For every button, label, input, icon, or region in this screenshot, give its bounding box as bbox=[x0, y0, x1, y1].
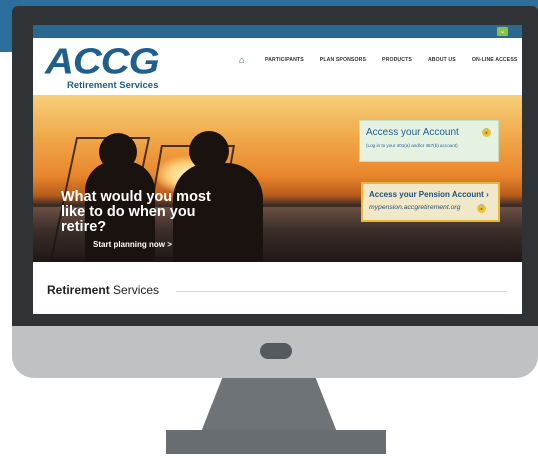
start-planning-link[interactable]: Start planning now > bbox=[93, 240, 172, 249]
logo[interactable]: ACCG Retirement Services bbox=[45, 44, 170, 92]
pension-title: Access your Pension Account › bbox=[369, 190, 489, 199]
logo-subtitle: Retirement Services bbox=[67, 80, 159, 91]
top-bar: ⌄ bbox=[33, 25, 522, 38]
account-title: Access your Account bbox=[366, 127, 459, 138]
nav-products[interactable]: PRODUCTS bbox=[382, 57, 412, 63]
nav-about-us[interactable]: ABOUT US bbox=[428, 57, 456, 63]
lock-icon: 🔒 bbox=[477, 204, 486, 213]
access-account-button[interactable]: Access your Account (Log in to your 401(… bbox=[359, 120, 499, 162]
pension-url: mypension.accgretirement.org bbox=[369, 204, 461, 211]
nav-participants[interactable]: PARTICIPANTS bbox=[265, 57, 304, 63]
monitor-stand-base bbox=[166, 430, 386, 454]
logo-mark: ACCG bbox=[45, 42, 160, 82]
account-subtitle: (Log in to your 401(a) and/or 457(b) acc… bbox=[366, 143, 458, 148]
screen: ⌄ ACCG Retirement Services ⌂ PARTICIPANT… bbox=[33, 25, 522, 314]
section-divider bbox=[176, 291, 507, 292]
main-nav: ⌂ PARTICIPANTS PLAN SPONSORS PRODUCTS AB… bbox=[239, 53, 522, 67]
section-title-rest: Services bbox=[109, 283, 160, 297]
chevron-down-icon[interactable]: ⌄ bbox=[497, 27, 508, 36]
section-title: Retirement Services bbox=[47, 283, 159, 297]
home-icon[interactable]: ⌂ bbox=[239, 55, 248, 65]
section-title-bold: Retirement bbox=[47, 283, 110, 297]
lock-icon: 🔒 bbox=[482, 128, 491, 137]
nav-online-access[interactable]: ON-LINE ACCESS bbox=[472, 57, 518, 63]
nav-plan-sponsors[interactable]: PLAN SPONSORS bbox=[320, 57, 366, 63]
monitor-stand-neck bbox=[0, 378, 538, 430]
hero-banner: What would you most like to do when you … bbox=[33, 95, 522, 262]
hero-headline: What would you most like to do when you … bbox=[61, 189, 211, 235]
power-button bbox=[260, 343, 292, 359]
pension-account-button[interactable]: Access your Pension Account › mypension.… bbox=[361, 182, 500, 222]
